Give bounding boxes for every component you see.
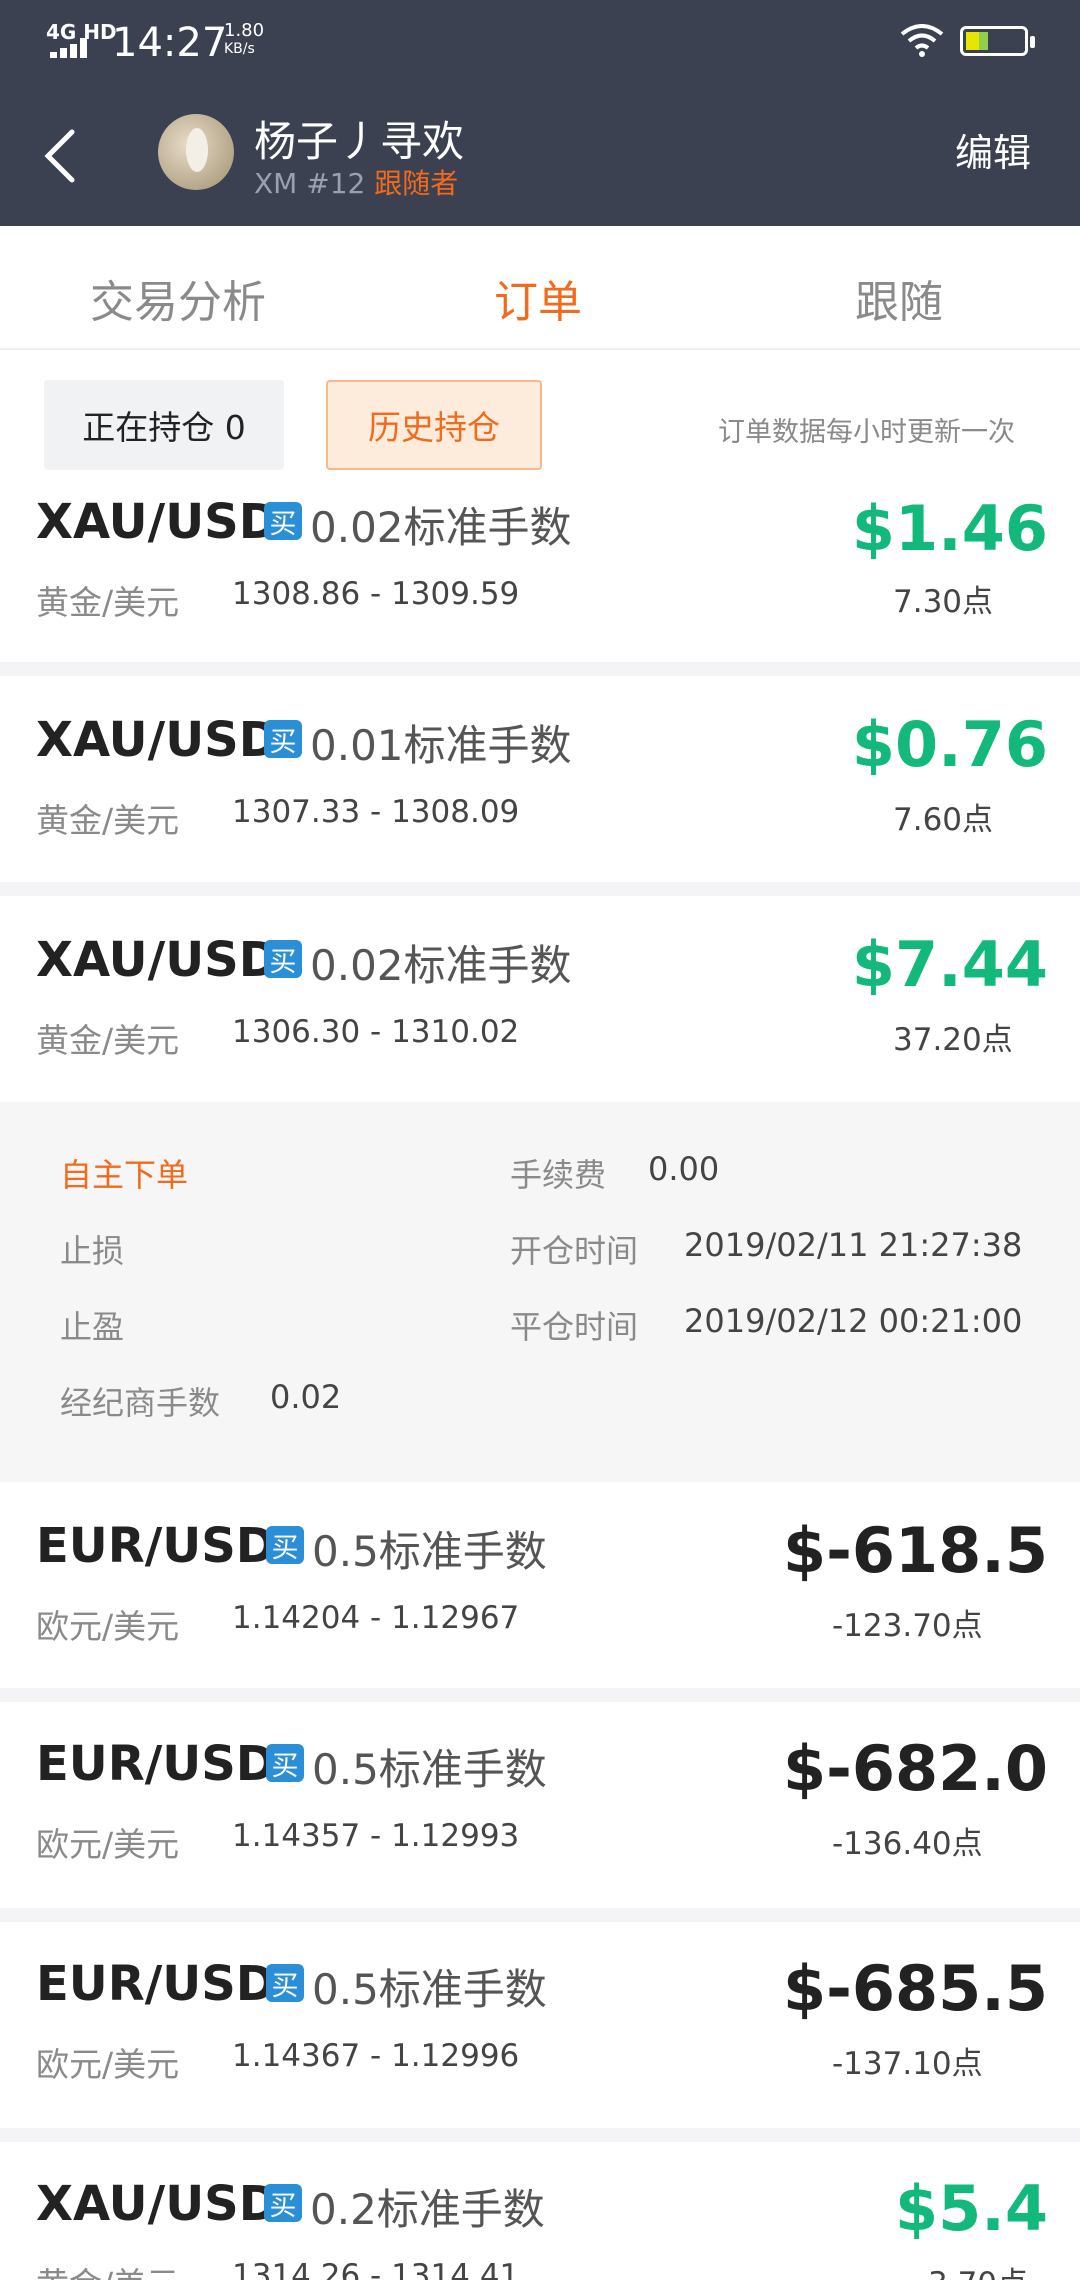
- divider: [0, 1688, 1080, 1702]
- order-prices: 1307.33 - 1308.09: [232, 794, 520, 830]
- order-points: 7.30点: [893, 584, 994, 620]
- order-pair: EUR/USD: [36, 1736, 276, 1792]
- order-prices: 1306.30 - 1310.02: [232, 1014, 520, 1050]
- order-instrument-name: 黄金/美元: [36, 2258, 179, 2280]
- order-instrument-name: 欧元/美元: [36, 1825, 180, 1864]
- role-label: 跟随者: [374, 167, 459, 200]
- order-profit: $-682.0: [783, 1732, 1048, 1805]
- order-instrument-name: 黄金/美元: [36, 801, 180, 840]
- order-prices: 1.14204 - 1.12967: [232, 1600, 520, 1636]
- network-speed-unit: KB/s: [224, 41, 255, 57]
- order-lots: 0.02标准手数: [310, 941, 572, 990]
- open-time-label: 开仓时间: [510, 1232, 639, 1270]
- order-lots: 0.5标准手数: [312, 1527, 547, 1576]
- divider: [0, 882, 1080, 896]
- wifi-icon: [900, 24, 944, 57]
- order-profit: $0.76: [851, 708, 1048, 781]
- network-speed-value: 1.80: [224, 20, 265, 41]
- buy-badge: 买: [266, 1744, 304, 1782]
- tab-trade-analysis[interactable]: 交易分析: [90, 266, 266, 330]
- order-type: 自主下单: [60, 1156, 189, 1194]
- order-points: -123.70点: [832, 1608, 983, 1644]
- order-points: -137.10点: [832, 2046, 983, 2082]
- divider: [0, 2128, 1080, 2142]
- order-profit: $5.4: [895, 2172, 1048, 2245]
- order-detail-panel: 自主下单 手续费 0.00 止损 开仓时间 2019/02/11 21:27:3…: [0, 1102, 1080, 1482]
- order-profit: $-685.5: [783, 1952, 1048, 2025]
- avatar[interactable]: [158, 114, 234, 190]
- order-prices: 1314.26 - 1314.41: [232, 2258, 520, 2280]
- order-lots: 0.2标准手数: [310, 2185, 545, 2234]
- tab-orders[interactable]: 订单: [494, 266, 582, 330]
- order-row[interactable]: EUR/USD 买 0.5标准手数 欧元/美元 1.14367 - 1.1299…: [0, 1922, 1080, 2128]
- tab-bar: 交易分析 订单 跟随: [0, 226, 1080, 350]
- order-instrument-name: 黄金/美元: [36, 1021, 180, 1060]
- order-pair: XAU/USD: [36, 2176, 279, 2232]
- open-time-value: 2019/02/11 21:27:38: [684, 1226, 1023, 1264]
- order-prices: 1.14357 - 1.12993: [232, 1818, 520, 1854]
- app-header: 4G HD 14:27 1.80 KB/s 杨子丿寻欢 XM #12 跟随者 编…: [0, 0, 1080, 226]
- close-time-value: 2019/02/12 00:21:00: [684, 1302, 1023, 1340]
- signal-icon: [50, 38, 96, 58]
- order-row[interactable]: EUR/USD 买 0.5标准手数 欧元/美元 1.14357 - 1.1299…: [0, 1702, 1080, 1908]
- take-profit-label: 止盈: [60, 1308, 125, 1346]
- order-pair: XAU/USD: [36, 932, 279, 988]
- order-profit: $7.44: [851, 928, 1048, 1001]
- buy-badge: 买: [264, 720, 302, 758]
- buy-badge: 买: [264, 940, 302, 978]
- clock: 14:27: [112, 20, 228, 66]
- status-bar: 4G HD 14:27 1.80 KB/s: [0, 0, 1080, 84]
- tab-follow[interactable]: 跟随: [855, 266, 943, 330]
- order-instrument-name: 欧元/美元: [36, 1607, 180, 1646]
- order-points: 37.20点: [893, 1022, 1013, 1058]
- network-speed: 1.80 KB/s: [224, 22, 264, 58]
- order-row[interactable]: XAU/USD 买 0.02标准手数 黄金/美元 1306.30 - 1310.…: [0, 896, 1080, 1102]
- buy-badge: 买: [266, 1964, 304, 2002]
- fee-label: 手续费: [510, 1156, 607, 1194]
- order-filter-bar: 正在持仓 0 历史持仓 订单数据每小时更新一次: [0, 352, 1080, 492]
- order-pair: EUR/USD: [36, 1956, 276, 2012]
- user-name: 杨子丿寻欢: [254, 117, 465, 166]
- order-pair: XAU/USD: [36, 712, 279, 768]
- order-lots: 0.01标准手数: [310, 721, 572, 770]
- order-row[interactable]: XAU/USD 买 0.01标准手数 黄金/美元 1307.33 - 1308.…: [0, 676, 1080, 882]
- user-subtitle: XM #12 跟随者: [254, 162, 458, 202]
- order-row[interactable]: EUR/USD 买 0.5标准手数 欧元/美元 1.14204 - 1.1296…: [0, 1482, 1080, 1688]
- close-time-label: 平仓时间: [510, 1308, 639, 1346]
- order-profit: $1.46: [851, 492, 1048, 565]
- divider: [0, 1908, 1080, 1922]
- order-lots: 0.5标准手数: [312, 1965, 547, 2014]
- order-instrument-name: 欧元/美元: [36, 2045, 180, 2084]
- order-profit: $-618.5: [783, 1514, 1048, 1587]
- order-prices: 1308.86 - 1309.59: [232, 576, 520, 612]
- buy-badge: 买: [264, 502, 302, 540]
- order-row[interactable]: XAU/USD 买 0.2标准手数 黄金/美元 1314.26 - 1314.4…: [0, 2142, 1080, 2280]
- broker-lots-value: 0.02: [270, 1378, 342, 1416]
- order-points: 3.70点: [928, 2258, 1028, 2280]
- order-row[interactable]: XAU/USD 买 0.02标准手数 黄金/美元 1308.86 - 1309.…: [0, 492, 1080, 662]
- order-pair: XAU/USD: [36, 494, 279, 550]
- broker-lots-label: 经纪商手数: [60, 1384, 221, 1422]
- order-lots: 0.5标准手数: [312, 1745, 547, 1794]
- account-label: XM #12: [254, 167, 366, 200]
- order-lots: 0.02标准手数: [310, 503, 572, 552]
- order-prices: 1.14367 - 1.12996: [232, 2038, 520, 2074]
- order-pair: EUR/USD: [36, 1518, 276, 1574]
- order-points: 7.60点: [893, 802, 994, 838]
- order-instrument-name: 黄金/美元: [36, 583, 180, 622]
- back-arrow-icon[interactable]: [40, 126, 80, 186]
- buy-badge: 买: [264, 2184, 302, 2222]
- edit-button[interactable]: 编辑: [955, 122, 1031, 177]
- update-note: 订单数据每小时更新一次: [718, 417, 1015, 448]
- battery-icon: [960, 26, 1035, 56]
- buy-badge: 买: [266, 1526, 304, 1564]
- stop-loss-label: 止损: [60, 1232, 125, 1270]
- history-positions-button[interactable]: 历史持仓: [326, 380, 542, 470]
- divider: [0, 662, 1080, 676]
- fee-value: 0.00: [648, 1150, 720, 1188]
- order-points: -136.40点: [832, 1826, 983, 1862]
- open-positions-button[interactable]: 正在持仓 0: [44, 380, 284, 470]
